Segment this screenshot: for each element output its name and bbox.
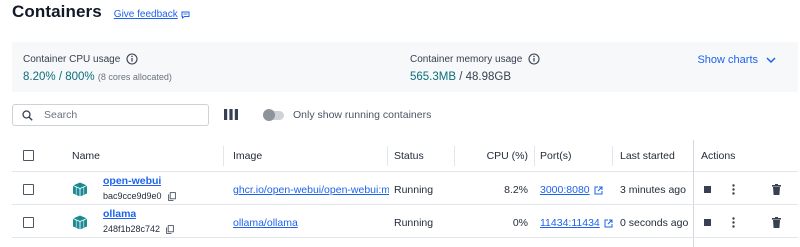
row-checkbox[interactable] xyxy=(23,184,34,195)
cpu-separator: / xyxy=(58,71,63,83)
container-id: 248f1b28c742 xyxy=(103,224,174,234)
table-header: Name Image Status CPU (%) Port(s) Last s… xyxy=(12,140,798,172)
column-divider[interactable] xyxy=(223,146,224,166)
last-started-text: 0 seconds ago xyxy=(620,217,689,229)
column-header-ports[interactable]: Port(s) xyxy=(540,150,572,162)
memory-usage-label: Container memory usage xyxy=(410,53,523,65)
search-box[interactable] xyxy=(12,104,209,126)
memory-separator: / xyxy=(459,71,463,83)
chevron-down-icon xyxy=(766,57,776,63)
cpu-value: 0% xyxy=(512,217,528,229)
column-divider[interactable] xyxy=(454,146,455,166)
status-text: Running xyxy=(394,184,434,196)
search-icon xyxy=(22,109,33,121)
page-title: Containers xyxy=(12,2,102,21)
ports-cell: 11434:11434 xyxy=(540,217,613,229)
feedback-icon xyxy=(181,11,190,19)
container-id-text: 248f1b28c742 xyxy=(103,224,161,234)
column-divider[interactable] xyxy=(534,146,535,166)
memory-total: 48.98GB xyxy=(465,71,512,83)
container-icon xyxy=(72,182,88,197)
cpu-usage-label-group: Container CPU usage xyxy=(23,53,138,65)
column-divider[interactable] xyxy=(612,146,613,166)
more-options-icon[interactable] xyxy=(732,184,735,195)
toggle-knob xyxy=(263,109,275,121)
row-checkbox[interactable] xyxy=(23,217,34,228)
memory-usage-value: 565.3MB / 48.98GB xyxy=(410,71,511,83)
cpu-usage-label: Container CPU usage xyxy=(23,53,121,65)
memory-used: 565.3MB xyxy=(410,71,457,83)
stop-icon[interactable] xyxy=(704,186,711,193)
memory-usage-label-group: Container memory usage xyxy=(410,53,540,65)
status-text: Running xyxy=(394,217,434,229)
column-header-status[interactable]: Status xyxy=(394,150,424,162)
column-header-last-started[interactable]: Last started xyxy=(620,150,675,162)
only-running-label: Only show running containers xyxy=(293,109,432,121)
search-input[interactable] xyxy=(44,109,194,121)
info-icon[interactable] xyxy=(528,53,540,65)
port-link[interactable]: 11434:11434 xyxy=(540,217,600,229)
cpu-value: 8.2% xyxy=(504,184,528,196)
delete-icon[interactable] xyxy=(772,217,781,228)
column-header-actions: Actions xyxy=(701,150,736,162)
column-header-image[interactable]: Image xyxy=(233,150,262,162)
delete-icon[interactable] xyxy=(772,184,781,195)
container-name-link[interactable]: open-webui xyxy=(103,175,161,187)
cpu-usage-value: 8.20% / 800% (8 cores allocated) xyxy=(23,71,172,83)
more-options-icon[interactable] xyxy=(732,217,735,228)
give-feedback-link[interactable]: Give feedback xyxy=(114,9,190,20)
show-charts-button[interactable]: Show charts xyxy=(697,54,776,66)
copy-icon[interactable] xyxy=(166,224,174,234)
column-header-cpu[interactable]: CPU (%) xyxy=(460,150,528,162)
info-icon[interactable] xyxy=(126,53,138,65)
copy-icon[interactable] xyxy=(167,191,176,201)
image-link[interactable]: ghcr.io/open-webui/open-webui:main xyxy=(233,184,389,196)
page-header: Containers Give feedback xyxy=(12,2,190,22)
cpu-used: 8.20% xyxy=(23,71,56,83)
give-feedback-label: Give feedback xyxy=(113,9,178,20)
table-row[interactable]: open-webui bac9cce9d9e0 ghcr.io/open-web… xyxy=(12,174,798,205)
table-row[interactable]: ollama 248f1b28c742 ollama/ollama Runnin… xyxy=(12,207,798,238)
container-icon xyxy=(72,215,88,230)
column-divider[interactable] xyxy=(387,146,388,166)
cpu-total: 800% xyxy=(65,71,95,83)
external-link-icon[interactable] xyxy=(604,219,613,228)
containers-table: Name Image Status CPU (%) Port(s) Last s… xyxy=(12,140,798,247)
select-all-checkbox[interactable] xyxy=(23,150,34,161)
resource-usage-panel: Container CPU usage 8.20% / 800% (8 core… xyxy=(12,42,798,92)
cpu-cores-note: (8 cores allocated) xyxy=(97,72,172,82)
container-name-link[interactable]: ollama xyxy=(103,208,136,220)
show-charts-label: Show charts xyxy=(697,54,758,66)
toolbar: Only show running containers xyxy=(12,104,798,128)
container-id: bac9cce9d9e0 xyxy=(103,191,176,201)
ports-cell: 3000:8080 xyxy=(540,184,603,196)
columns-icon[interactable] xyxy=(224,109,238,120)
image-link[interactable]: ollama/ollama xyxy=(233,217,389,229)
last-started-text: 3 minutes ago xyxy=(620,184,686,196)
port-link[interactable]: 3000:8080 xyxy=(540,184,590,196)
stop-icon[interactable] xyxy=(704,219,711,226)
column-header-name[interactable]: Name xyxy=(72,150,100,162)
only-running-toggle[interactable] xyxy=(263,109,284,121)
container-id-text: bac9cce9d9e0 xyxy=(103,191,162,201)
external-link-icon[interactable] xyxy=(594,186,603,195)
